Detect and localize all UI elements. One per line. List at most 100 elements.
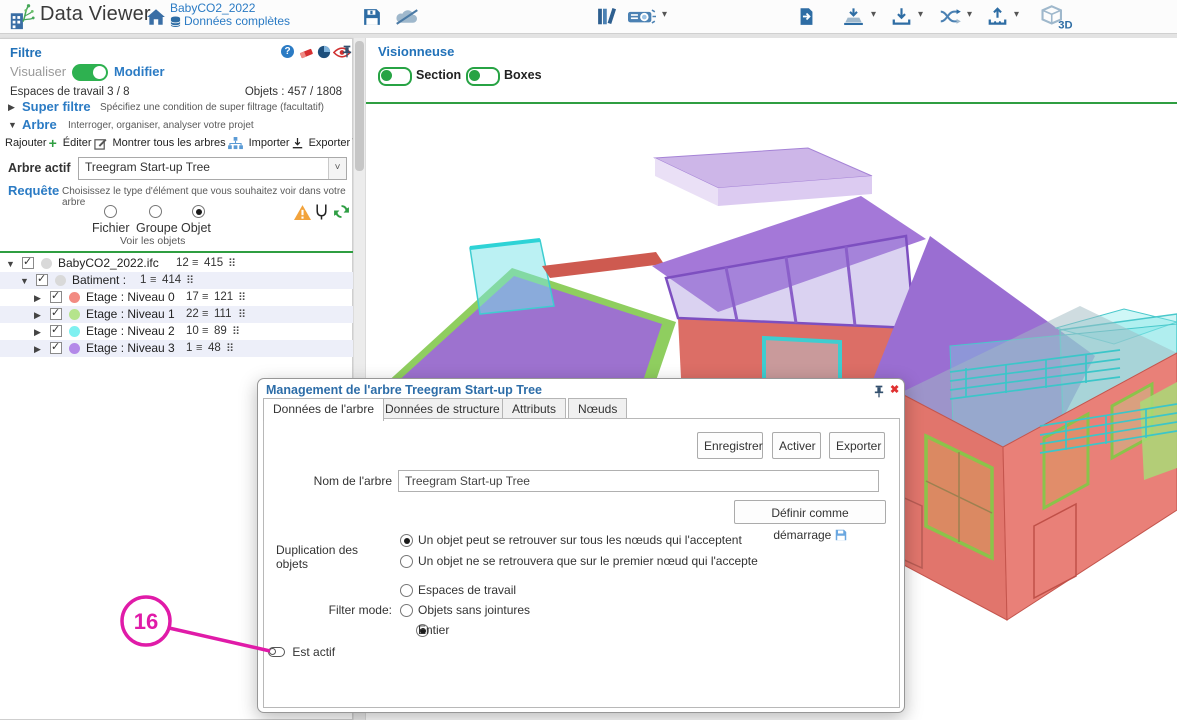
upload-icon[interactable] [988,7,1007,26]
pie-chart-icon[interactable] [317,45,331,59]
duplication-option-0-radio[interactable] [400,534,413,547]
tree-name-input[interactable] [398,470,879,492]
branch-icon[interactable] [314,203,329,221]
export-to-device-icon[interactable] [843,7,864,26]
add-tree-button[interactable]: Rajouter+ [5,135,57,151]
tab-donnees-arbre[interactable]: Données de l'arbre [263,398,384,421]
list-count-icon: ≡ [196,342,202,354]
upload-caret-icon[interactable]: ▾ [1014,9,1019,20]
grid-count-icon: ⠿ [228,257,236,270]
projector-caret-icon[interactable]: ▾ [662,9,667,20]
objects-count: Objets : 457 / 1808 [245,86,342,98]
section-toggle[interactable] [378,67,412,86]
download-icon[interactable] [892,7,911,26]
row-label: Batiment : [72,273,126,287]
row-checkbox[interactable]: ✓ [50,308,62,320]
refresh-icon[interactable] [333,203,350,220]
transfer-icon[interactable] [938,8,963,25]
color-dot [69,292,80,303]
edit-mode-toggle[interactable] [72,64,108,81]
tree-actions-row: Rajouter+ Éditer Montrer tous les arbres… [5,135,349,151]
active-tree-select[interactable]: Treegram Start-up Tree ˅ [78,157,347,180]
row-label: Etage : Niveau 3 [86,341,175,355]
super-filter-expander-icon[interactable]: ▶ [8,102,15,113]
is-active-row: Est actif [268,645,335,659]
cloud-offline-icon[interactable] [394,9,420,25]
row-checkbox[interactable]: ✓ [22,257,34,269]
edit-tree-button[interactable]: Éditer [63,137,107,150]
import-arrow-icon [292,137,303,150]
projector-icon[interactable] [628,8,656,25]
expand-icon[interactable]: ▼ [20,276,29,286]
tab-attributs[interactable]: Attributs [502,398,566,419]
tree-row[interactable]: ▶ ✓ Etage : Niveau 3 1 ≡ 48 ⠿ [0,340,353,357]
list-count-icon: ≡ [202,308,208,320]
export-caret-icon[interactable]: ▾ [871,9,876,20]
save-icon[interactable] [363,8,381,26]
tree-management-dialog: Management de l'arbre Treegram Start-up … [257,378,905,713]
is-active-toggle[interactable] [268,647,285,657]
scrollbar-thumb[interactable] [355,41,364,171]
collapse-icon[interactable]: ▶ [34,310,41,321]
row-label: Etage : Niveau 0 [86,290,175,304]
dialog-close-icon[interactable]: ✖ [890,383,899,396]
transfer-caret-icon[interactable]: ▾ [967,9,972,20]
mode-on-label: Modifier [114,64,165,79]
boxes-toggle[interactable] [466,67,500,86]
tree-row[interactable]: ▼ ✓ Batiment : 1 ≡ 414 ⠿ [0,272,353,289]
duplication-label: Duplication des objets [276,543,392,571]
dialog-title: Management de l'arbre Treegram Start-up … [266,383,542,397]
warning-icon[interactable] [294,205,311,220]
row-checkbox[interactable]: ✓ [36,274,48,286]
import-file-icon[interactable] [798,7,815,26]
tab-donnees-structure[interactable]: Données de structure [375,398,510,419]
radio-fichier[interactable] [104,205,117,218]
collapse-icon[interactable]: ▶ [34,293,41,304]
row-label: BabyCO2_2022.ifc [58,256,159,270]
home-icon[interactable] [146,8,166,26]
tree-row[interactable]: ▼ ✓ BabyCO2_2022.ifc 12 ≡ 415 ⠿ [0,255,353,272]
view-3d-icon[interactable]: 3D [1040,5,1074,30]
collapse-icon[interactable]: ▶ [34,344,41,355]
show-all-trees-button[interactable]: Montrer tous les arbres [113,137,243,150]
viewer-title: Visionneuse [378,44,454,59]
super-filter-label[interactable]: Super filtre [22,99,91,114]
radio-groupe[interactable] [149,205,162,218]
save-tree-button[interactable]: Enregistrer [697,432,763,459]
tree-section-label[interactable]: Arbre [22,117,57,132]
radio-fichier-label: Fichier [92,221,130,235]
dialog-pin-icon[interactable] [874,384,884,399]
active-tree-label: Arbre actif [8,161,71,175]
download-caret-icon[interactable]: ▾ [918,9,923,20]
row-checkbox[interactable]: ✓ [50,325,62,337]
tab-noeuds[interactable]: Nœuds [568,398,627,419]
duplication-option-1-radio[interactable] [400,555,413,568]
expand-icon[interactable]: ▼ [6,259,15,269]
eraser-icon[interactable] [299,45,314,59]
query-caption: Voir les objets [120,235,185,247]
help-icon[interactable]: ? [281,45,294,58]
tree-row[interactable]: ▶ ✓ Etage : Niveau 1 22 ≡ 111 ⠿ [0,306,353,323]
duplication-option-0-label: Un objet peut se retrouver sur tous les … [418,533,742,547]
collapse-icon[interactable]: ▶ [34,327,41,338]
filter-mode-option-1-radio[interactable] [400,604,413,617]
app-logo-icon [8,3,36,31]
radio-objet[interactable] [192,205,205,218]
tree-section-expander-icon[interactable]: ▼ [8,120,17,130]
import-tree-button[interactable]: Importer [249,137,303,150]
org-tree-icon [228,137,243,150]
filter-mode-option-0-radio[interactable] [400,584,413,597]
query-label: Requête [8,183,59,198]
set-startup-button[interactable]: Définir comme démarrage [734,500,886,524]
color-dot [69,326,80,337]
project-selector[interactable]: BabyCO2_2022 Données complètes [170,2,290,28]
pin-icon[interactable] [342,44,352,59]
library-icon[interactable] [597,7,617,26]
tree-row[interactable]: ▶ ✓ Etage : Niveau 0 17 ≡ 121 ⠿ [0,289,353,306]
activate-tree-button[interactable]: Activer [772,432,821,459]
tree-row[interactable]: ▶ ✓ Etage : Niveau 2 10 ≡ 89 ⠿ [0,323,353,340]
export-tree-dialog-button[interactable]: Exporter [829,432,885,459]
row-checkbox[interactable]: ✓ [50,342,62,354]
grid-count-icon: ⠿ [226,342,234,355]
row-checkbox[interactable]: ✓ [50,291,62,303]
